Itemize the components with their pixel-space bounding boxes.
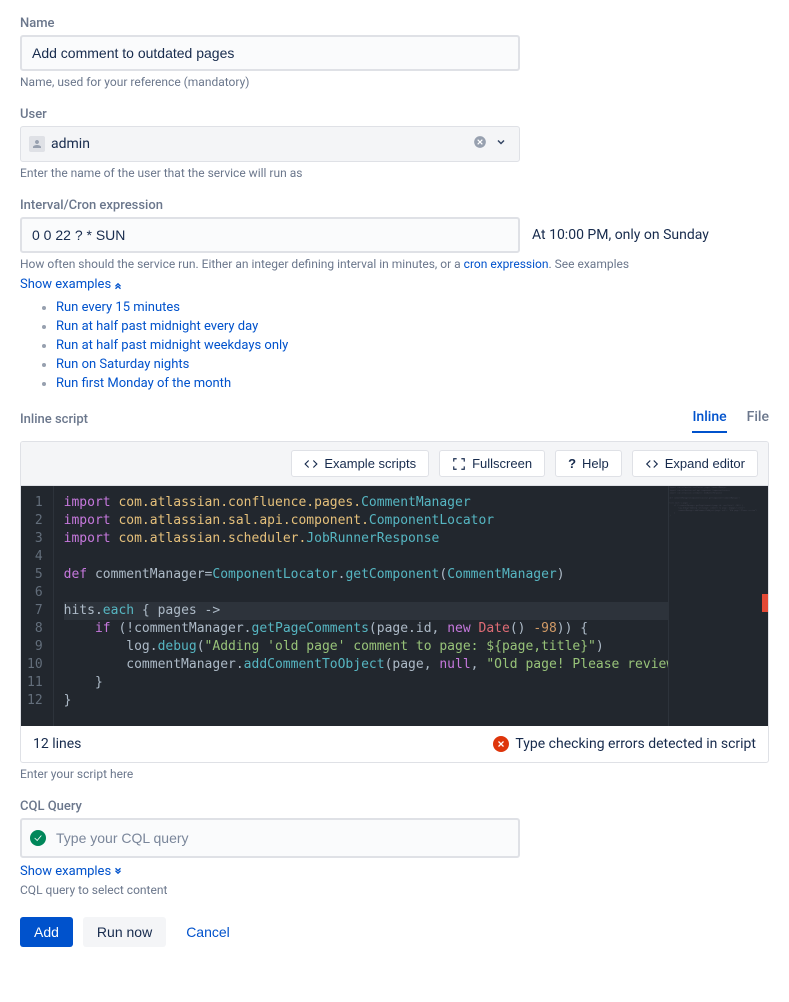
error-text: Type checking errors detected in script [515, 736, 756, 752]
add-button[interactable]: Add [20, 917, 73, 947]
cql-label: CQL Query [20, 799, 769, 814]
cron-example-item[interactable]: Run at half past midnight every day [56, 319, 769, 334]
cron-example-item[interactable]: Run at half past midnight weekdays only [56, 338, 769, 353]
user-label: User [20, 107, 769, 122]
cql-show-examples-toggle[interactable]: Show examples [20, 864, 123, 879]
tab-inline[interactable]: Inline [692, 409, 726, 433]
expand-editor-button[interactable]: Expand editor [632, 450, 758, 477]
cron-link[interactable]: cron expression [464, 257, 549, 271]
cql-input[interactable] [54, 829, 510, 847]
user-value: admin [51, 136, 469, 152]
cron-example-item[interactable]: Run on Saturday nights [56, 357, 769, 372]
script-help: Enter your script here [20, 767, 769, 781]
run-now-button[interactable]: Run now [83, 917, 166, 947]
interval-help: How often should the service run. Either… [20, 257, 769, 271]
example-scripts-button[interactable]: Example scripts [291, 450, 429, 477]
interval-label: Interval/Cron expression [20, 198, 769, 213]
tab-file[interactable]: File [747, 409, 769, 433]
name-help: Name, used for your reference (mandatory… [20, 75, 769, 89]
user-select[interactable]: admin [20, 126, 520, 162]
cron-input[interactable] [20, 217, 520, 253]
show-examples-toggle[interactable]: Show examples [20, 277, 123, 292]
cron-example-item[interactable]: Run every 15 minutes [56, 300, 769, 315]
minimap[interactable]: import com.atlassian.confluence.pages.Co… [668, 486, 768, 726]
check-icon [30, 830, 46, 846]
user-help: Enter the name of the user that the serv… [20, 166, 769, 180]
error-marker [762, 594, 768, 612]
help-button[interactable]: ? Help [555, 450, 622, 477]
cron-example-item[interactable]: Run first Monday of the month [56, 376, 769, 391]
name-input[interactable] [20, 35, 520, 71]
error-icon [493, 736, 509, 752]
cql-help: CQL query to select content [20, 883, 769, 897]
fullscreen-button[interactable]: Fullscreen [439, 450, 545, 477]
code-editor[interactable]: 123456789101112 import com.atlassian.con… [21, 486, 768, 726]
name-label: Name [20, 16, 769, 31]
clear-icon[interactable] [469, 135, 491, 153]
cron-description: At 10:00 PM, only on Sunday [532, 227, 709, 243]
chevron-down-icon[interactable] [491, 136, 511, 152]
user-avatar-icon [29, 136, 45, 152]
script-label: Inline script [20, 412, 88, 427]
line-count: 12 lines [33, 736, 81, 752]
cancel-button[interactable]: Cancel [176, 917, 240, 947]
